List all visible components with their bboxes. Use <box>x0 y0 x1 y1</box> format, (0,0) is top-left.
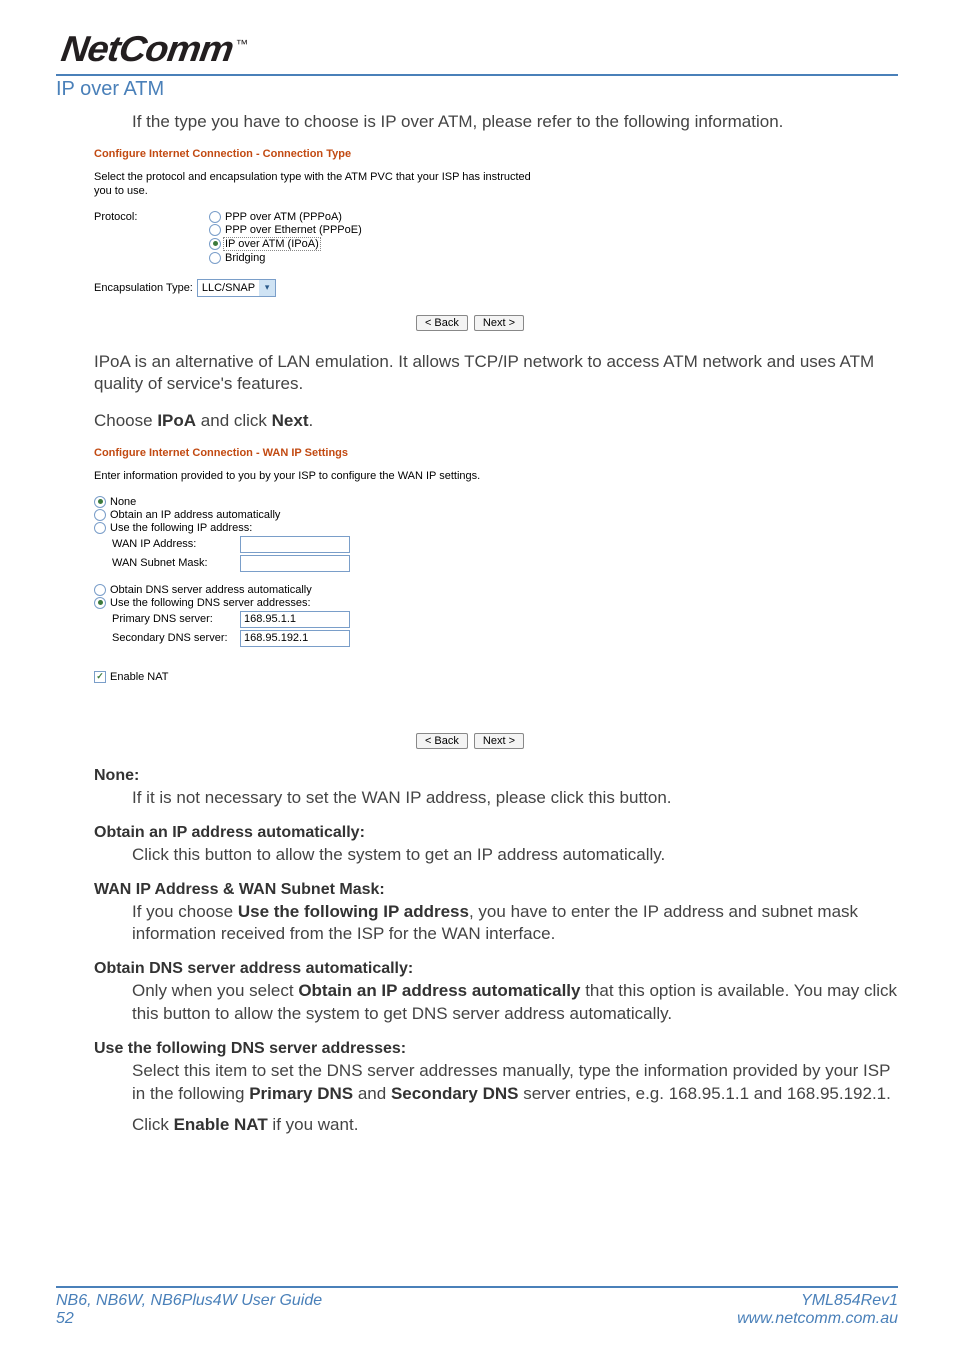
def-obtain-dns-title: Obtain DNS server address automatically: <box>94 960 898 978</box>
brand-logo: NetComm™ <box>56 28 898 70</box>
ss1-subtitle: Select the protocol and encapsulation ty… <box>94 170 534 199</box>
secondary-dns-input[interactable] <box>240 630 350 647</box>
wan-ip-input[interactable] <box>240 536 350 553</box>
encaps-value: LLC/SNAP <box>202 282 255 294</box>
def-wan-title: WAN IP Address & WAN Subnet Mask: <box>94 881 898 899</box>
encaps-label: Encapsulation Type: <box>94 282 193 294</box>
encaps-select[interactable]: LLC/SNAP ▾ <box>197 279 276 297</box>
radio-obtain-dns[interactable] <box>94 584 106 596</box>
next-button[interactable]: Next > <box>474 315 524 331</box>
radio-use-dns[interactable] <box>94 597 106 609</box>
footer-url: www.netcomm.com.au <box>737 1310 898 1328</box>
def-obtain-dns-desc: Only when you select Obtain an IP addres… <box>132 980 898 1026</box>
wan-mask-input[interactable] <box>240 555 350 572</box>
page-footer: NB6, NB6W, NB6Plus4W User Guide 52 YML85… <box>56 1286 898 1328</box>
radio-pppoe[interactable] <box>209 224 221 236</box>
ss2-subtitle: Enter information provided to you by you… <box>94 469 534 483</box>
screenshot-connection-type: Configure Internet Connection - Connecti… <box>94 148 534 331</box>
radio-label-pppoe: PPP over Ethernet (PPPoE) <box>225 224 362 236</box>
ss1-title: Configure Internet Connection - Connecti… <box>94 148 534 160</box>
radio-use-ip[interactable] <box>94 522 106 534</box>
enable-nat-label: Enable NAT <box>110 671 169 683</box>
primary-dns-label: Primary DNS server: <box>112 613 240 625</box>
wan-ip-label: WAN IP Address: <box>112 538 240 550</box>
primary-dns-input[interactable] <box>240 611 350 628</box>
screenshot-wan-ip: Configure Internet Connection - WAN IP S… <box>94 447 534 748</box>
protocol-label: Protocol: <box>94 211 209 223</box>
radio-bridging[interactable] <box>209 252 221 264</box>
chevron-down-icon: ▾ <box>259 280 275 296</box>
radio-label-pppoa: PPP over ATM (PPPoA) <box>225 211 342 223</box>
radio-pppoa[interactable] <box>209 211 221 223</box>
footer-guide: NB6, NB6W, NB6Plus4W User Guide <box>56 1292 322 1310</box>
def-none-desc: If it is not necessary to set the WAN IP… <box>132 787 898 810</box>
radio-label-bridging: Bridging <box>225 252 265 264</box>
choose-line: Choose IPoA and click Next. <box>94 410 898 433</box>
def-obtain-ip-title: Obtain an IP address automatically: <box>94 824 898 842</box>
radio-ipoa[interactable] <box>209 238 221 250</box>
radio-label-none: None <box>110 496 136 508</box>
radio-label-ipoa: IP over ATM (IPoA) <box>223 237 321 251</box>
def-use-dns-desc2: Click Enable NAT if you want. <box>132 1114 898 1137</box>
header-rule <box>56 74 898 76</box>
radio-none[interactable] <box>94 496 106 508</box>
radio-label-use-dns: Use the following DNS server addresses: <box>110 597 311 609</box>
radio-label-obtain-dns: Obtain DNS server address automatically <box>110 584 312 596</box>
radio-label-obtain-ip: Obtain an IP address automatically <box>110 509 280 521</box>
intro-text: If the type you have to choose is IP ove… <box>132 111 898 134</box>
footer-rev: YML854Rev1 <box>737 1292 898 1310</box>
radio-obtain-ip[interactable] <box>94 509 106 521</box>
def-wan-desc: If you choose Use the following IP addre… <box>132 901 898 947</box>
back-button-2[interactable]: < Back <box>416 733 468 749</box>
back-button[interactable]: < Back <box>416 315 468 331</box>
footer-page: 52 <box>56 1310 322 1328</box>
def-obtain-ip-desc: Click this button to allow the system to… <box>132 844 898 867</box>
ipoa-desc: IPoA is an alternative of LAN emulation.… <box>94 351 898 397</box>
next-button-2[interactable]: Next > <box>474 733 524 749</box>
wan-mask-label: WAN Subnet Mask: <box>112 557 240 569</box>
def-use-dns-desc1: Select this item to set the DNS server a… <box>132 1060 898 1106</box>
section-heading: IP over ATM <box>56 78 898 101</box>
def-use-dns-title: Use the following DNS server addresses: <box>94 1040 898 1058</box>
secondary-dns-label: Secondary DNS server: <box>112 632 240 644</box>
def-none-title: None: <box>94 767 898 785</box>
enable-nat-checkbox[interactable] <box>94 671 106 683</box>
ss2-title: Configure Internet Connection - WAN IP S… <box>94 447 534 459</box>
radio-label-use-ip: Use the following IP address: <box>110 522 252 534</box>
